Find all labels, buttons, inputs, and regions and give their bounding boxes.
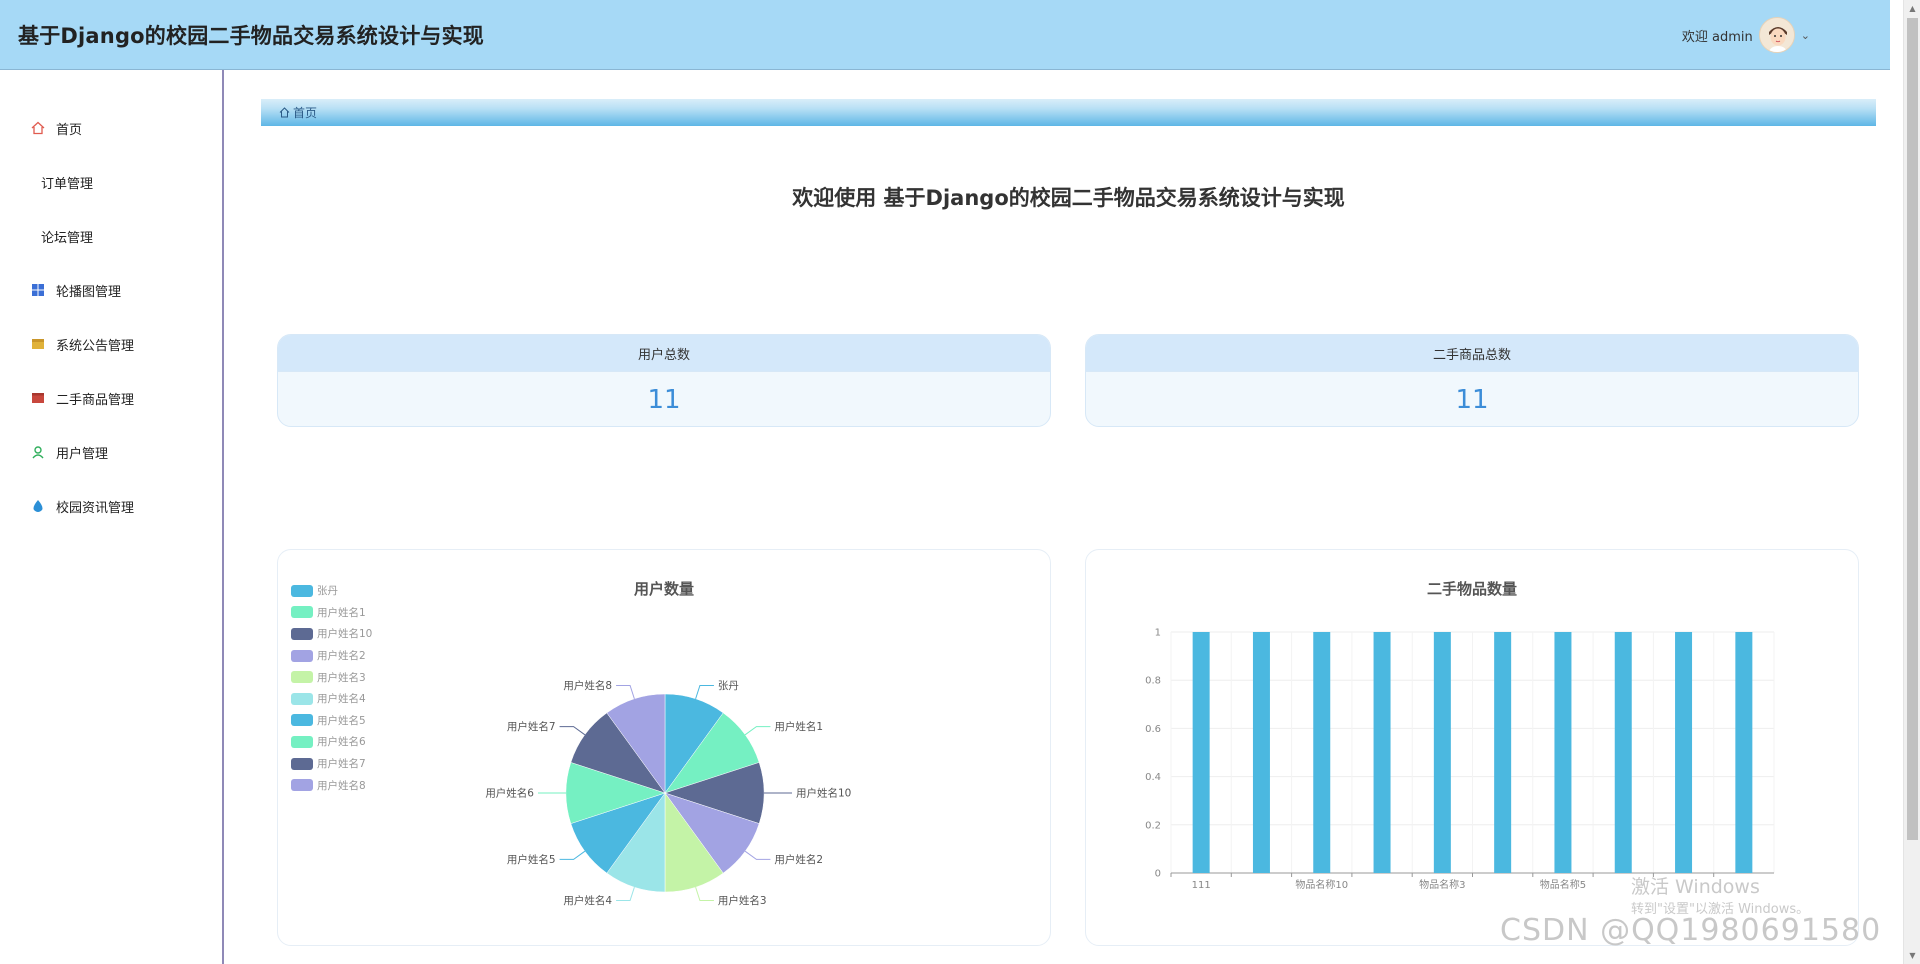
sidebar-item-campus-news[interactable]: 校园资讯管理 [0,486,222,526]
pie-slice-label: 用户姓名5 [507,853,556,866]
stat-card-users: 用户总数 11 [277,334,1051,427]
pie-label-line [616,685,635,699]
bar[interactable] [1614,632,1632,873]
pie-slice-label: 用户姓名4 [563,894,612,907]
bar[interactable] [1192,632,1210,873]
stat-card-goods: 二手商品总数 11 [1085,334,1859,427]
stat-value: 11 [1455,384,1489,415]
pie-chart: 张丹用户姓名1 用户姓名10 用户姓名2 用户姓名3 用户姓名4 用户姓名5 用户姓名6 用户… [485,679,851,907]
stat-value: 11 [647,384,681,415]
sidebar-item-carousel[interactable]: 轮播图管理 [0,270,222,310]
sidebar-item-forum[interactable]: 论坛管理 [0,216,222,256]
welcome-heading: 欢迎使用 基于Django的校园二手物品交易系统设计与实现 [792,186,1345,210]
sidebar-item-goods[interactable]: 二手商品管理 [0,378,222,418]
y-tick-label: 0.2 [1145,820,1161,831]
sidebar-item-home[interactable]: 首页 [0,108,222,148]
bar[interactable] [1433,632,1451,873]
y-tick-label: 0.8 [1145,676,1161,687]
drop-icon [30,498,46,514]
pie-slice-label: 用户姓名8 [563,679,612,692]
welcome-user-text: 欢迎 admin [1681,29,1753,45]
pie-label-line [616,887,635,901]
scroll-down-arrow[interactable]: ▼ [1904,947,1920,964]
pie-slice-label: 用户姓名2 [774,853,823,866]
avatar[interactable] [1758,17,1795,53]
y-tick-label: 0 [1155,869,1161,880]
app-title: 基于Django的校园二手物品交易系统设计与实现 [18,24,485,48]
windows-activation-watermark: 激活 Windows [1631,876,1760,898]
pie-slice-label: 张丹 [718,680,739,692]
y-tick-label: 1 [1155,628,1161,639]
pie-slice-label: 用户姓名6 [485,787,534,800]
bar[interactable] [1735,632,1753,873]
bar[interactable] [1373,632,1391,873]
bar[interactable] [1494,632,1512,873]
pie-slice-label: 用户姓名3 [718,894,767,907]
page-scrollbar[interactable]: ▲ ▼ [1903,0,1920,964]
bar[interactable] [1313,632,1331,873]
sidebar-item-notices[interactable]: 系统公告管理 [0,324,222,364]
x-tick-label: 物品名称5 [1540,878,1586,891]
pie-label-line [744,850,771,860]
y-tick-label: 0.4 [1145,772,1161,783]
pie-slice-label: 用户姓名7 [507,720,556,733]
x-tick-label: 物品名称3 [1419,878,1465,891]
user-icon [30,444,46,460]
user-menu[interactable]: 欢迎 admin ⌄ [1682,16,1810,54]
breadcrumb: 首页 [261,99,1876,126]
x-tick-label: 物品名称10 [1295,878,1348,891]
breadcrumb-home-link[interactable]: 首页 [293,104,317,121]
notice-icon [30,336,46,352]
chevron-down-icon[interactable]: ⌄ [1801,29,1810,42]
pie-label-line [695,887,714,901]
x-tick-label: 111 [1192,880,1211,891]
scroll-thumb[interactable] [1907,18,1918,840]
pie-label-line [559,850,586,860]
sidebar: 首页 订单管理 论坛管理 轮播图管理 系统公告管理 二手商品管理 用户管理 校园… [0,70,224,964]
pie-label-line [695,685,714,699]
scroll-up-arrow[interactable]: ▲ [1904,0,1920,17]
stat-label: 用户总数 [278,335,1050,372]
pie-slice-label: 用户姓名10 [796,787,851,800]
pie-label-line [744,726,771,736]
pie-slice-label: 用户姓名1 [774,720,823,733]
home-icon [30,120,46,136]
bar[interactable] [1554,632,1572,873]
pie-label-line [559,726,586,736]
bar[interactable] [1252,632,1270,873]
sidebar-item-orders[interactable]: 订单管理 [0,162,222,202]
bar[interactable] [1675,632,1693,873]
y-tick-label: 0.6 [1145,724,1161,735]
csdn-watermark: CSDN @QQ1980691580 [1500,913,1882,948]
top-header: 基于Django的校园二手物品交易系统设计与实现 欢迎 admin ⌄ [0,0,1890,70]
grid-icon [30,282,46,298]
box-icon [30,390,46,406]
home-icon[interactable] [279,107,290,118]
stat-label: 二手商品总数 [1086,335,1858,372]
user-count-chart-card: 用户数量 张丹 用户姓名1 用户姓名10 用户姓名2 用户姓名3 用户姓名4 用户姓名5 用户… [277,549,1051,946]
sidebar-item-users[interactable]: 用户管理 [0,432,222,472]
